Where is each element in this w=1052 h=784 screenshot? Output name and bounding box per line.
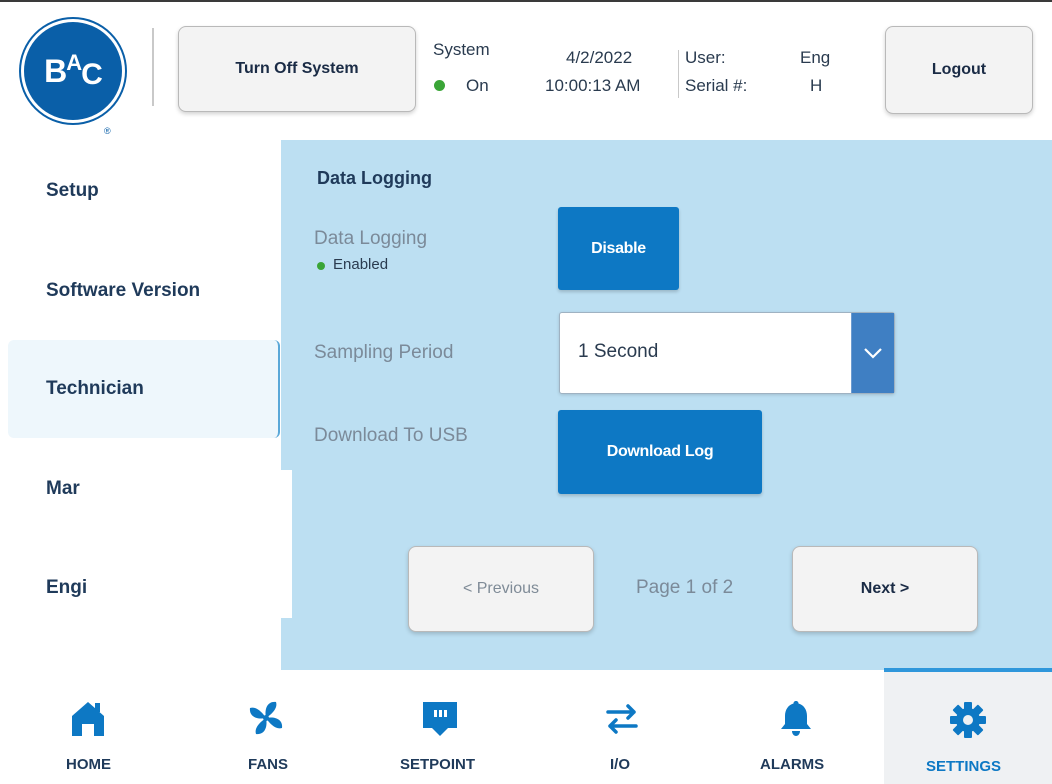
sidebar-item-setup[interactable]: Setup xyxy=(46,180,99,202)
logo-letters: BAC xyxy=(24,22,122,120)
logo-registered-mark: ® xyxy=(104,126,111,136)
sampling-period-label: Sampling Period xyxy=(314,342,454,363)
sidebar-item-manual[interactable]: Mar xyxy=(46,478,80,500)
nav-home-label: HOME xyxy=(66,756,111,773)
turn-off-system-button[interactable]: Turn Off System xyxy=(178,26,416,112)
top-border xyxy=(0,0,1052,2)
sampling-period-value: 1 Second xyxy=(578,341,659,362)
sidebar-item-technician[interactable]: Technician xyxy=(46,378,144,400)
io-arrows-icon xyxy=(602,698,642,738)
logo-letter-c: C xyxy=(81,58,103,91)
disable-button[interactable]: Disable xyxy=(558,207,679,290)
header-divider xyxy=(152,28,154,106)
serial-value: H xyxy=(810,76,823,95)
nav-setpoint-label: SETPOINT xyxy=(400,756,476,773)
nav-alarms[interactable]: ALARMS xyxy=(704,670,884,782)
nav-io-label: I/O xyxy=(610,756,631,773)
system-label: System xyxy=(433,40,490,59)
logo-letter-a: A xyxy=(66,50,82,75)
sidebar-lower-area xyxy=(0,470,292,618)
nav-setpoint[interactable]: SETPOINT xyxy=(352,670,528,782)
nav-fans[interactable]: FANS xyxy=(176,670,352,782)
chevron-down-icon xyxy=(864,348,882,359)
nav-settings[interactable]: SETTINGS xyxy=(884,668,1052,784)
time-display: 10:00:13 AM xyxy=(545,76,641,95)
gear-icon xyxy=(948,700,988,740)
data-logging-label: Data Logging xyxy=(314,228,428,249)
system-status-value: On xyxy=(466,76,489,95)
fan-icon xyxy=(246,698,286,738)
user-value: Eng xyxy=(800,48,831,67)
system-status-dot xyxy=(434,80,445,91)
panel-title: Data Logging xyxy=(317,168,432,188)
logout-button[interactable]: Logout xyxy=(885,26,1033,114)
download-log-button[interactable]: Download Log xyxy=(558,410,762,494)
dropdown-arrow[interactable] xyxy=(851,313,894,393)
nav-settings-label: SETTINGS xyxy=(926,758,1002,775)
logo-letter-b: B xyxy=(44,52,67,89)
sampling-period-select[interactable]: 1 Second xyxy=(559,312,895,394)
next-button[interactable]: Next > xyxy=(792,546,978,632)
datetime-divider xyxy=(678,50,679,98)
enabled-status-dot xyxy=(317,262,325,270)
sidebar-item-software-version[interactable]: Software Version xyxy=(46,280,200,302)
data-logging-status: Enabled xyxy=(333,256,389,273)
nav-io[interactable]: I/O xyxy=(528,670,704,782)
setpoint-icon xyxy=(420,698,460,738)
page-indicator: Page 1 of 2 xyxy=(636,577,734,598)
date-display: 4/2/2022 xyxy=(566,48,633,67)
bac-logo: BAC xyxy=(24,22,122,120)
nav-alarms-label: ALARMS xyxy=(760,756,825,773)
home-icon xyxy=(68,698,108,738)
user-label: User: xyxy=(685,48,726,67)
nav-home[interactable]: HOME xyxy=(0,670,176,782)
download-to-usb-label: Download To USB xyxy=(314,425,468,446)
nav-fans-label: FANS xyxy=(248,756,289,773)
sidebar-item-engineering[interactable]: Engi xyxy=(46,577,87,599)
previous-button[interactable]: < Previous xyxy=(408,546,594,632)
serial-label: Serial #: xyxy=(685,76,748,95)
bell-icon xyxy=(776,698,816,738)
